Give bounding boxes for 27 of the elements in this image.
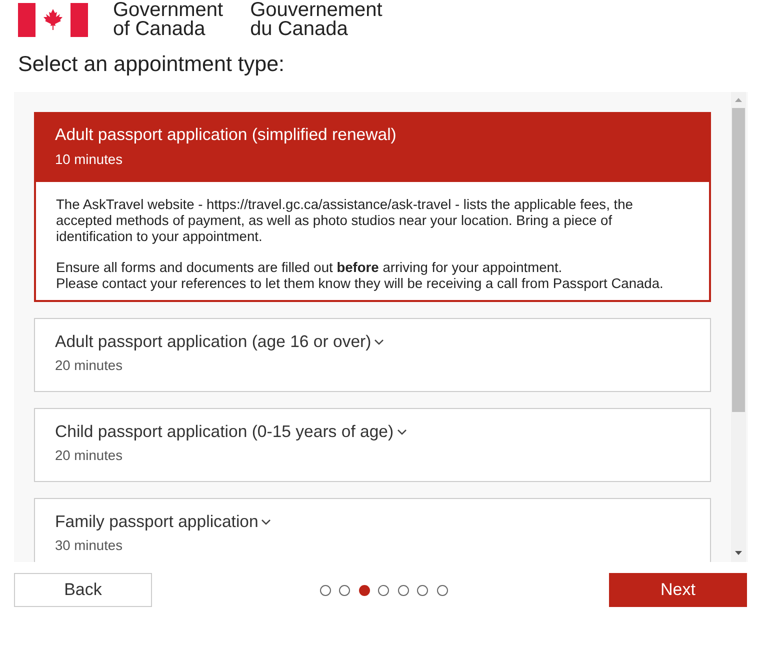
appointment-option[interactable] — [34, 112, 711, 302]
chevron-down-icon — [261, 519, 272, 525]
back-button[interactable]: Back — [14, 573, 152, 607]
option-title: Adult passport application (simplified renewal) — [55, 125, 396, 145]
option-title: Adult passport application (age 16 or over) — [55, 332, 372, 352]
option-duration: 10 minutes — [55, 151, 124, 169]
chevron-down-icon — [374, 339, 384, 345]
page-heading: Select an appointment type: — [18, 51, 286, 78]
flag-icon — [18, 3, 88, 37]
appointment-option[interactable]: Child passport application (0-15 years of age) 20 minutes — [34, 408, 711, 482]
option-details-text: Ensure all forms and documents are filled out before arriving for your appointment. Please contact your references to let them know they will be receiving a call from Passport Canada. — [56, 260, 664, 292]
option-title: Child passport application (0-15 years of age) — [55, 422, 394, 442]
chevron-down-icon — [396, 429, 407, 435]
appointment-option[interactable]: Adult passport application (age 16 or over) 20 minutes — [34, 318, 711, 392]
option-duration: 20 minutes — [55, 357, 124, 375]
scroll-down-icon[interactable] — [735, 551, 742, 555]
scroll-up-icon[interactable] — [735, 98, 742, 102]
option-title: Family passport application — [55, 512, 258, 532]
option-duration: 20 minutes — [55, 447, 124, 465]
gouvernement-wordmark: Gouvernement du Canada — [250, 0, 382, 39]
option-details-text: The AskTravel website - https://travel.gc.ca/assistance/ask-travel - lists the applicable fees, the accepted methods of payment, as well as photo studios near your location. Bring a piece of identification to your appointment. — [56, 197, 634, 245]
scrollbar-thumb[interactable] — [732, 108, 745, 412]
government-wordmark: Government of Canada — [113, 0, 224, 39]
scrollbar[interactable] — [731, 92, 746, 562]
option-duration: 30 minutes — [55, 537, 124, 555]
next-button[interactable]: Next — [609, 573, 747, 607]
appointment-option[interactable]: Family passport application 30 minutes — [34, 498, 711, 562]
